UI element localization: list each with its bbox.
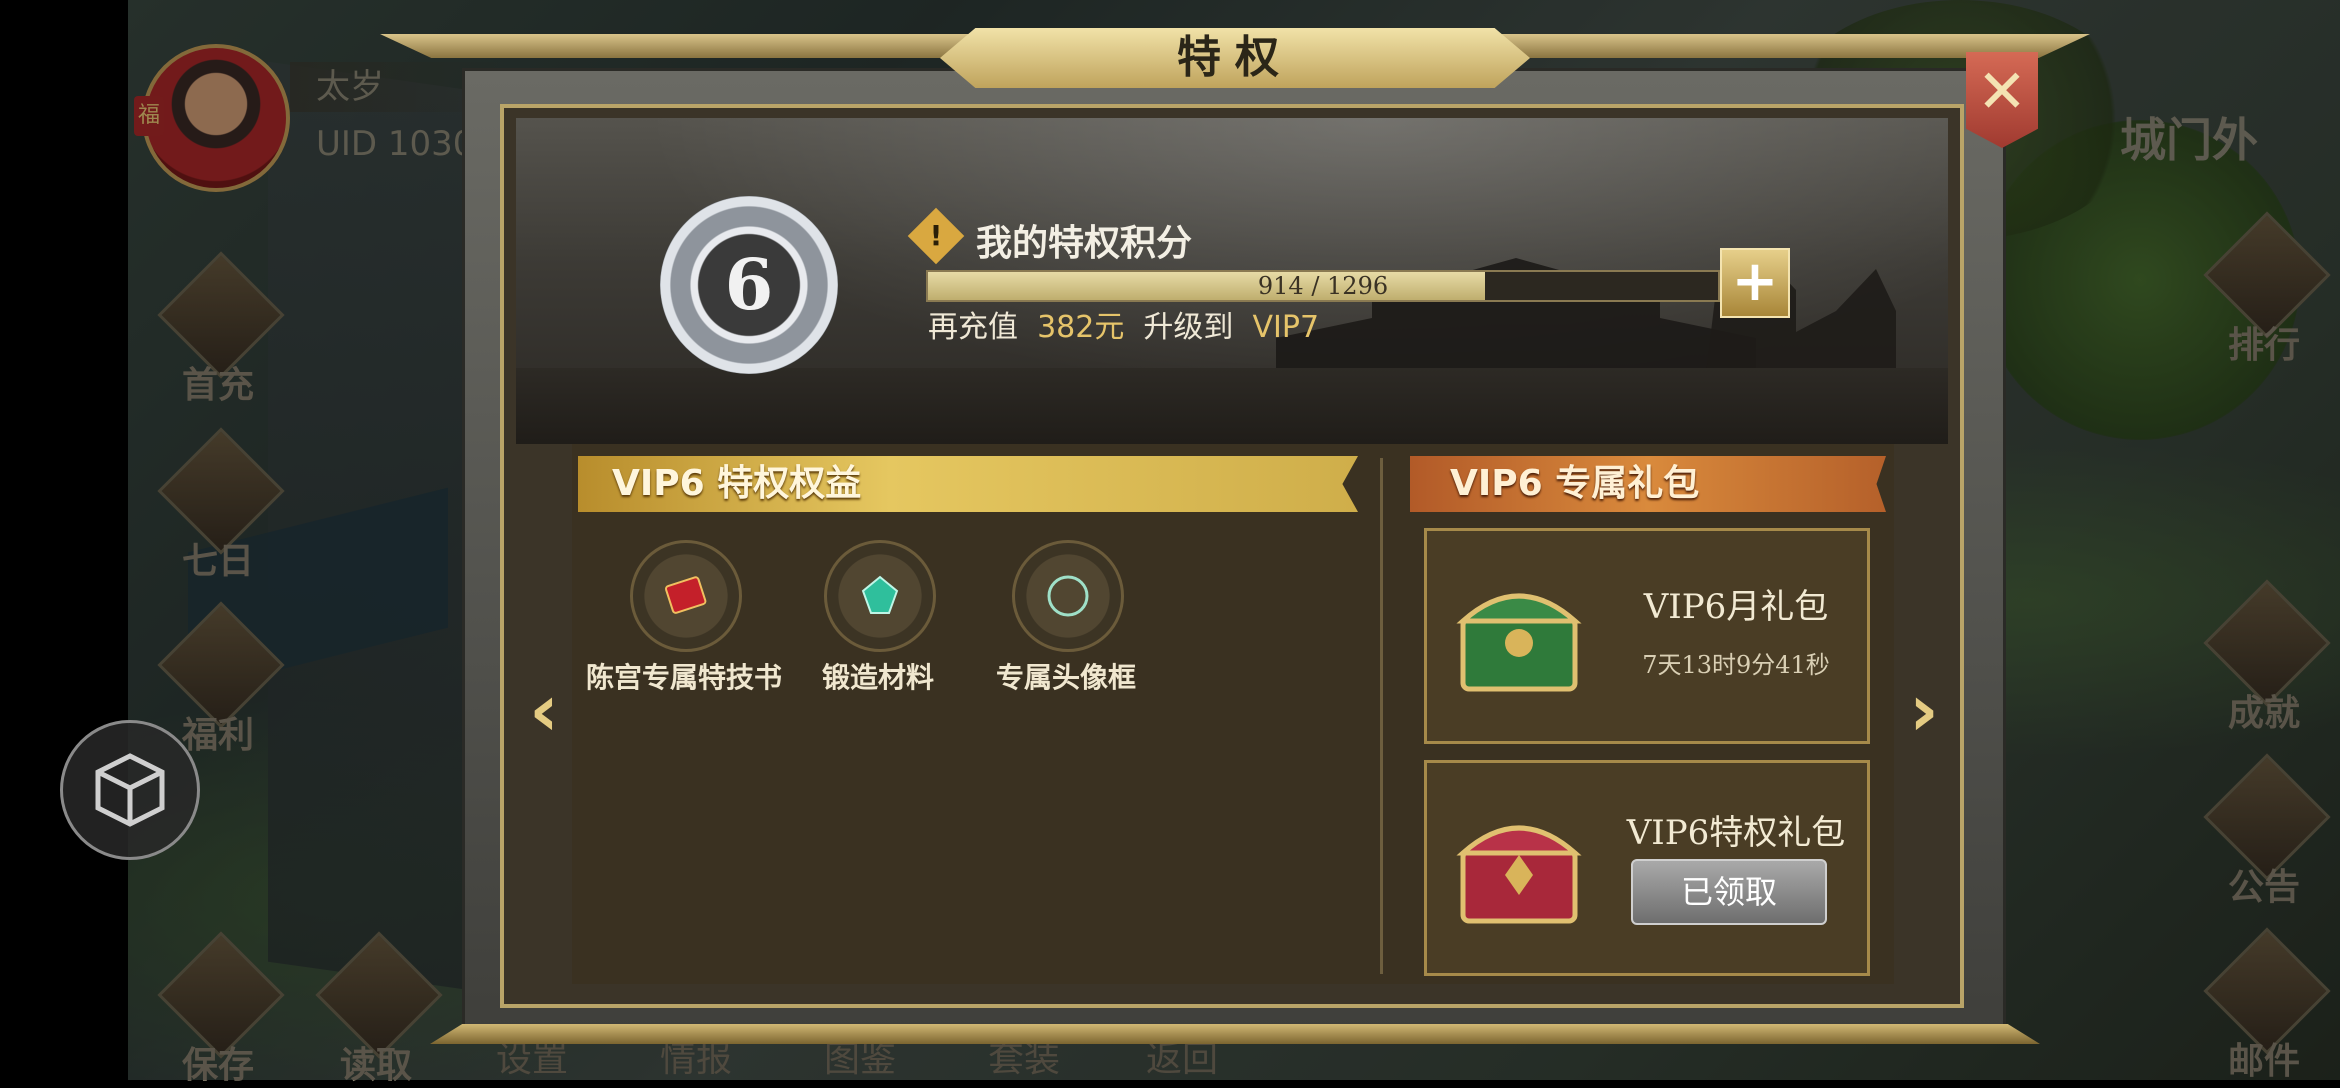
next-page-arrow[interactable]: › [1896,670,1952,750]
close-button[interactable]: ✕ [1966,52,2038,148]
benefit-forging-material[interactable]: 锻造材料 [778,540,968,694]
recharge-text: 再充值 382元 升级到 VIP7 [928,310,1320,345]
section-divider [1380,458,1383,974]
benefit-skill-book[interactable]: 陈宫专属特技书 [584,540,782,694]
plus-icon: + [1731,249,1779,314]
green-chest-icon [1456,593,1582,692]
monthly-gift-card[interactable]: VIP6月礼包 7天13时9分41秒 [1424,528,1870,744]
claimed-button[interactable]: 已领取 [1631,859,1827,925]
gift-title: VIP6特权礼包 [1626,813,1846,853]
green-gem-icon [861,575,899,614]
red-chest-icon [1456,825,1582,924]
close-x-icon: ✕ [1976,57,2028,127]
dialog-title: 特权 [1177,32,1293,83]
prev-page-arrow[interactable]: ‹ [516,670,572,750]
add-points-button[interactable]: + [1720,248,1790,318]
gift-timer: 7天13时9分41秒 [1642,651,1830,679]
privilege-gift-card[interactable]: VIP6特权礼包 已领取 [1424,760,1870,976]
gift-title: VIP6月礼包 [1643,587,1829,627]
benefits-header: VIP6 特权权益 [578,456,1358,512]
vip-level-number: 6 [724,243,774,326]
progress-text: 914 / 1296 [1257,272,1389,300]
avatar-frame-ring-icon [1047,575,1089,617]
gifts-header: VIP6 专属礼包 [1410,456,1886,512]
dialog-bottom-bar [430,1024,2040,1044]
red-book-icon [664,576,707,614]
floating-menu-button[interactable] [60,720,200,860]
points-progress-bar: 914 / 1296 [926,270,1720,302]
cube-icon [95,753,165,827]
points-title: 我的特权积分 [976,223,1193,264]
benefit-avatar-frame[interactable]: 专属头像框 [966,540,1156,694]
